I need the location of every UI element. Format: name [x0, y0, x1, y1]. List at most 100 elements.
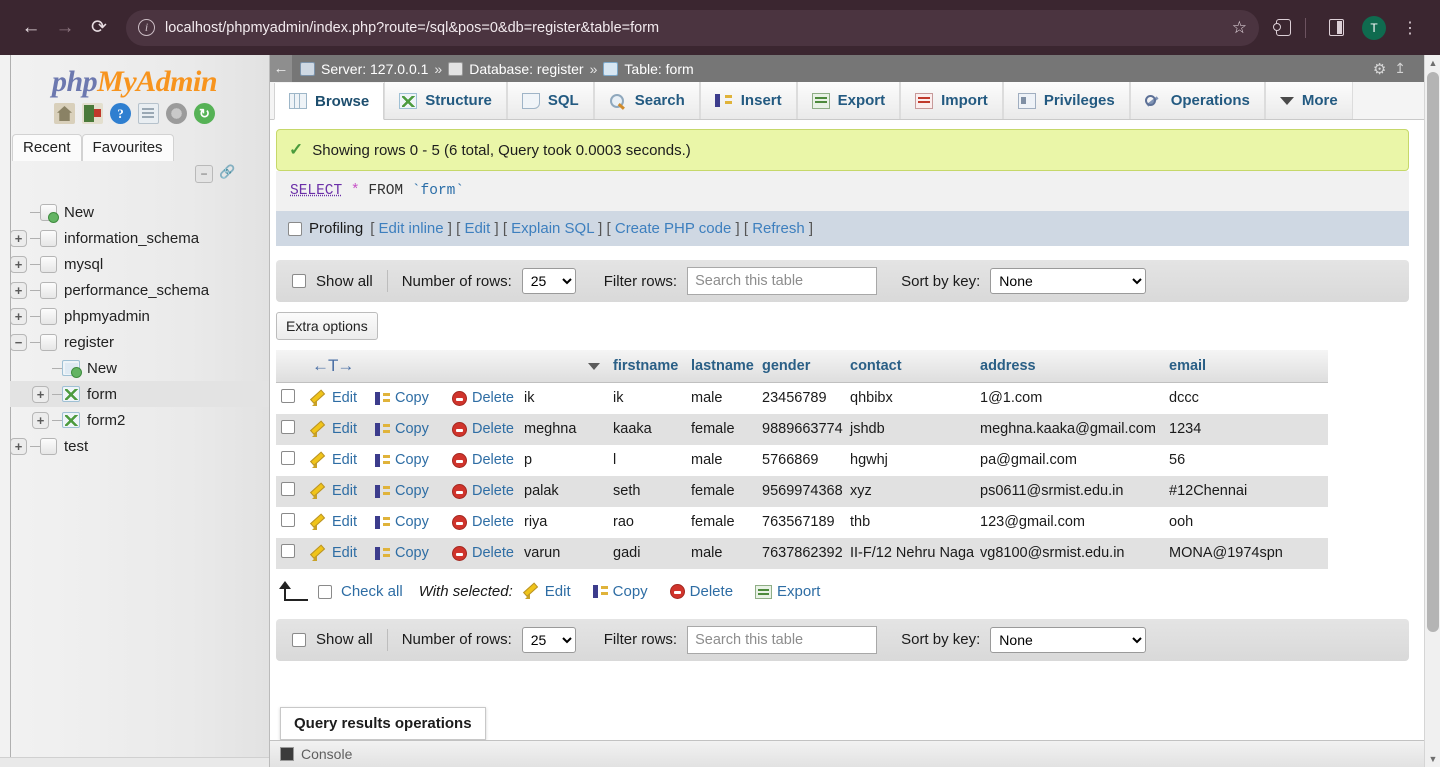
- cell-contact[interactable]: 5766869: [757, 444, 845, 476]
- address-bar[interactable]: i localhost/phpmyadmin/index.php?route=/…: [126, 9, 1259, 46]
- row-action-edit-cell[interactable]: Edit: [307, 444, 370, 476]
- cell-firstname[interactable]: riya: [519, 506, 608, 538]
- row-action-edit[interactable]: Edit: [312, 390, 357, 406]
- row-action-edit[interactable]: Edit: [312, 545, 357, 561]
- cell-password[interactable]: #12Chennai: [1164, 475, 1328, 507]
- row-action-copy[interactable]: Copy: [375, 421, 429, 437]
- cell-address[interactable]: II-F/12 Nehru Nagar, G: [845, 537, 975, 569]
- tab-more[interactable]: More: [1264, 82, 1353, 119]
- cell-email[interactable]: ps0611@srmist.edu.in: [975, 475, 1164, 507]
- column-header-gender[interactable]: gender: [757, 350, 845, 383]
- cell-gender[interactable]: female: [686, 413, 757, 445]
- row-action-edit-cell[interactable]: Edit: [307, 382, 370, 414]
- row-action-copy[interactable]: Copy: [375, 483, 429, 499]
- number-of-rows-select-top[interactable]: 2550100250500: [521, 268, 576, 294]
- row-action-copy-cell[interactable]: Copy: [370, 382, 447, 414]
- kebab-menu-icon[interactable]: ⋮: [1394, 12, 1426, 44]
- tree-item-performance-schema[interactable]: + performance_schema: [10, 277, 269, 303]
- collapse-icon[interactable]: ↥: [1394, 60, 1406, 77]
- cell-password[interactable]: 56: [1164, 444, 1328, 476]
- number-of-rows-select-bottom[interactable]: 2550100250500: [521, 626, 576, 653]
- row-select-checkbox[interactable]: [281, 451, 295, 465]
- cell-contact[interactable]: 9569974368: [757, 475, 845, 507]
- row-action-delete[interactable]: Delete: [452, 545, 514, 561]
- row-action-edit[interactable]: Edit: [312, 483, 357, 499]
- cell-password[interactable]: dccc: [1164, 382, 1328, 414]
- row-checkbox-cell[interactable]: [276, 444, 307, 476]
- cell-lastname[interactable]: rao: [608, 506, 686, 538]
- column-header-contact[interactable]: contact: [845, 350, 975, 383]
- table-row[interactable]: Edit Copy Delete p l male 5766869 hgwhj pa@gmail…: [276, 444, 1328, 476]
- row-action-delete-cell[interactable]: Delete: [447, 382, 519, 414]
- console-bar[interactable]: Console: [270, 740, 1424, 767]
- row-action-delete-cell[interactable]: Delete: [447, 475, 519, 507]
- row-action-delete-cell[interactable]: Delete: [447, 537, 519, 569]
- row-action-delete-cell[interactable]: Delete: [447, 413, 519, 445]
- tree-item-phpmyadmin[interactable]: + phpmyadmin: [10, 303, 269, 329]
- cell-email[interactable]: meghna.kaaka@gmail.com: [975, 413, 1164, 445]
- row-action-edit-cell[interactable]: Edit: [307, 537, 370, 569]
- column-header-firstname[interactable]: firstname: [608, 350, 686, 383]
- scroll-down-arrow-icon[interactable]: ▼: [1425, 751, 1440, 767]
- profiling-checkbox[interactable]: [288, 221, 302, 236]
- cell-email[interactable]: pa@gmail.com: [975, 444, 1164, 476]
- cell-gender[interactable]: female: [686, 506, 757, 538]
- expand-icon[interactable]: +: [10, 437, 27, 455]
- collapse-icon[interactable]: −: [10, 333, 27, 351]
- profiling-link-edit[interactable]: Edit: [464, 220, 490, 237]
- row-action-copy-cell[interactable]: Copy: [370, 506, 447, 538]
- cell-lastname[interactable]: l: [608, 444, 686, 476]
- tree-item-register[interactable]: − register: [10, 329, 269, 355]
- row-action-delete[interactable]: Delete: [452, 483, 514, 499]
- expand-icon[interactable]: +: [32, 385, 49, 403]
- expand-icon[interactable]: +: [32, 411, 49, 429]
- cell-gender[interactable]: male: [686, 382, 757, 414]
- cell-email[interactable]: vg8100@srmist.edu.in: [975, 537, 1164, 569]
- profiling-link-create-php-code[interactable]: Create PHP code: [615, 220, 731, 237]
- tab-import[interactable]: Import: [900, 82, 1003, 119]
- profiling-link-explain-sql[interactable]: Explain SQL: [511, 220, 594, 237]
- server-exit-icon[interactable]: [82, 103, 103, 124]
- navigation-horizontal-scrollbar[interactable]: [0, 757, 269, 767]
- cell-firstname[interactable]: ik: [519, 382, 608, 414]
- header-tmarks[interactable]: ←T→: [307, 350, 370, 383]
- cell-firstname[interactable]: palak: [519, 475, 608, 507]
- row-checkbox-cell[interactable]: [276, 382, 307, 414]
- back-arrow-icon[interactable]: ←: [14, 11, 48, 45]
- cell-contact[interactable]: 9889663774: [757, 413, 845, 445]
- tab-structure[interactable]: Structure: [384, 82, 507, 119]
- profiling-link-edit-inline[interactable]: Edit inline: [379, 220, 444, 237]
- tree-item-test[interactable]: + test: [10, 433, 269, 459]
- filter-rows-input-top[interactable]: [687, 267, 878, 295]
- row-action-delete[interactable]: Delete: [452, 452, 514, 468]
- row-action-copy[interactable]: Copy: [375, 390, 429, 406]
- expand-icon[interactable]: +: [10, 281, 27, 299]
- expand-icon[interactable]: +: [10, 255, 27, 273]
- tab-browse[interactable]: Browse: [274, 83, 385, 120]
- scroll-up-arrow-icon[interactable]: ▲: [1425, 55, 1440, 71]
- sql-query-display[interactable]: SELECT * FROM `form`: [276, 171, 1409, 211]
- cell-contact[interactable]: 7637862392: [757, 537, 845, 569]
- settings-gear-icon[interactable]: ⚙: [1373, 60, 1386, 78]
- row-action-copy-cell[interactable]: Copy: [370, 537, 447, 569]
- site-info-icon[interactable]: i: [138, 19, 155, 36]
- footer-action-export[interactable]: Export: [755, 583, 820, 600]
- breadcrumb-table[interactable]: Table: form: [624, 61, 693, 77]
- row-action-delete[interactable]: Delete: [452, 514, 514, 530]
- table-row[interactable]: Edit Copy Delete palak seth female 9569974368 x…: [276, 475, 1328, 507]
- cell-gender[interactable]: male: [686, 537, 757, 569]
- row-action-copy-cell[interactable]: Copy: [370, 444, 447, 476]
- table-row[interactable]: Edit Copy Delete ik ik male 23456789 qhbibx 1@1.…: [276, 382, 1328, 414]
- tab-search[interactable]: Search: [593, 82, 700, 119]
- row-checkbox-cell[interactable]: [276, 537, 307, 569]
- tree-item-new[interactable]: New: [10, 355, 269, 381]
- row-select-checkbox[interactable]: [281, 420, 295, 434]
- tab-sql[interactable]: SQL: [506, 82, 594, 119]
- header-sort-caret[interactable]: [519, 350, 608, 383]
- sort-by-key-select-bottom[interactable]: None: [990, 626, 1147, 653]
- cell-address[interactable]: qhbibx: [845, 382, 975, 414]
- column-header-lastname[interactable]: lastname: [686, 350, 757, 383]
- cell-gender[interactable]: female: [686, 475, 757, 507]
- row-checkbox-cell[interactable]: [276, 475, 307, 507]
- cell-lastname[interactable]: seth: [608, 475, 686, 507]
